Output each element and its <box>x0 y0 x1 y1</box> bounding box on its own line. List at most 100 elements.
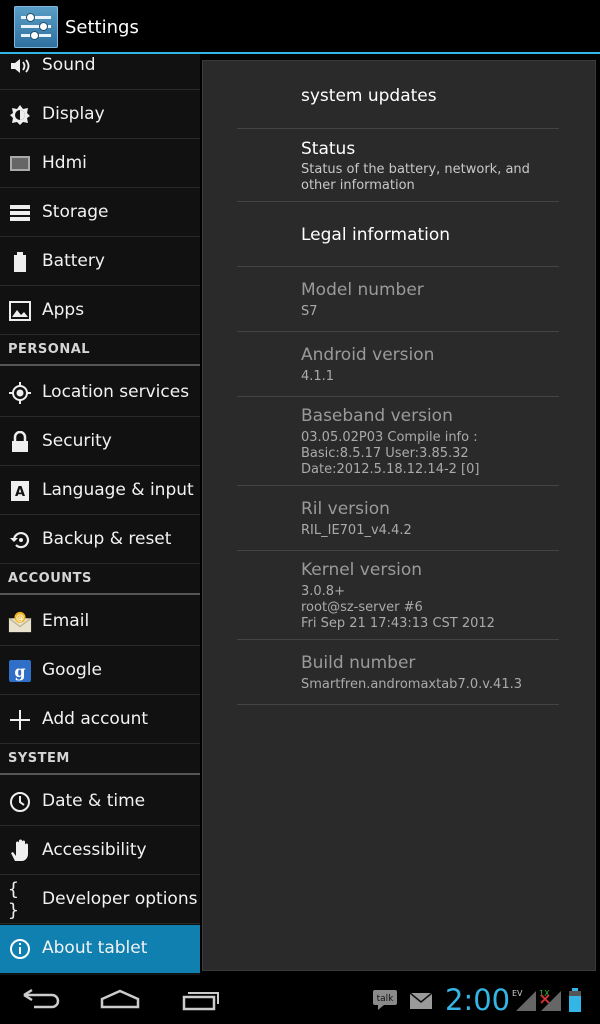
status-title: Status <box>301 139 356 159</box>
sidebar-item-sound[interactable]: Sound <box>0 54 200 90</box>
backup-icon <box>8 528 32 552</box>
sidebar-item-label: Accessibility <box>42 840 147 860</box>
model-number-value: S7 <box>301 304 318 319</box>
baseband-version-title: Baseband version <box>301 406 453 426</box>
sidebar-item-about-tablet[interactable]: About tablet <box>0 925 200 973</box>
sidebar-item-google[interactable]: g Google <box>0 647 200 695</box>
signal-icon: 1X <box>537 987 563 1017</box>
home-icon <box>100 989 140 1009</box>
apps-icon <box>8 299 32 323</box>
location-icon <box>8 381 32 405</box>
svg-text:@: @ <box>16 613 24 623</box>
home-button[interactable] <box>92 983 148 1015</box>
sidebar-item-label: Storage <box>42 202 109 222</box>
talk-icon-label: talk <box>377 994 395 1004</box>
keyboard-icon: A <box>8 479 32 503</box>
back-icon <box>23 988 60 1009</box>
android-version-item[interactable]: Android version 4.1.1 <box>237 332 559 397</box>
email-icon: @ <box>8 610 32 634</box>
sidebar-item-security[interactable]: Security <box>0 418 200 466</box>
sidebar-item-label: Add account <box>42 709 149 729</box>
about-tablet-panel: system updates Status Status of the batt… <box>202 60 596 971</box>
sidebar-item-label: Email <box>42 611 90 631</box>
build-number-title: Build number <box>301 653 416 673</box>
status-subtitle: Status of the battery, network, and othe… <box>301 162 530 193</box>
sidebar-item-date-time[interactable]: Date & time <box>0 778 200 826</box>
sidebar-item-email[interactable]: @ Email <box>0 598 200 646</box>
legal-information-title: Legal information <box>301 225 451 245</box>
system-updates-title: system updates <box>301 86 437 106</box>
kernel-version-title: Kernel version <box>301 560 423 580</box>
kernel-version-item: Kernel version 3.0.8+ root@sz-server #6 … <box>237 551 559 640</box>
sidebar-item-label: Google <box>42 660 102 680</box>
clock-icon <box>8 790 32 814</box>
battery-status-icon <box>568 987 582 1017</box>
sidebar-item-label: Developer options <box>42 889 198 909</box>
battery-icon <box>8 250 32 274</box>
email-notification-icon[interactable] <box>409 992 433 1014</box>
build-number-item[interactable]: Build number Smartfren.andromaxtab7.0.v.… <box>237 640 559 705</box>
speaker-icon <box>8 54 32 78</box>
baseband-version-value: 03.05.02P03 Compile info : Basic:8.5.17 … <box>301 430 480 477</box>
status-item[interactable]: Status Status of the battery, network, a… <box>237 129 559 202</box>
sidebar-item-display[interactable]: Display <box>0 91 200 139</box>
sidebar-item-label: Sound <box>42 55 96 75</box>
sidebar-item-label: Date & time <box>42 791 146 811</box>
network-type-icon: EV <box>512 987 538 1017</box>
monitor-icon <box>8 152 32 176</box>
sidebar-item-accessibility[interactable]: Accessibility <box>0 827 200 875</box>
sidebar-item-hdmi[interactable]: Hdmi <box>0 140 200 188</box>
sidebar-item-label: Display <box>42 104 105 124</box>
model-number-item: Model number S7 <box>237 267 559 332</box>
accounts-section-header: ACCOUNTS <box>0 565 200 595</box>
brightness-icon <box>8 103 32 127</box>
personal-section-header: PERSONAL <box>0 336 200 366</box>
sidebar-item-label: Battery <box>42 251 105 271</box>
sidebar-item-location[interactable]: Location services <box>0 369 200 417</box>
system-section-header: SYSTEM <box>0 745 200 775</box>
system-updates-item[interactable]: system updates <box>237 61 559 129</box>
sidebar-item-developer-options[interactable]: { } Developer options <box>0 876 200 924</box>
sidebar-item-backup[interactable]: Backup & reset <box>0 516 200 564</box>
talk-notification[interactable]: talk <box>372 989 398 1015</box>
sidebar-item-label: Language & input <box>42 480 194 500</box>
legal-information-item[interactable]: Legal information <box>237 202 559 267</box>
android-version-value: 4.1.1 <box>301 369 335 384</box>
system-bar: talk 2:00 EV 1X <box>0 975 600 1024</box>
svg-text:A: A <box>15 485 25 500</box>
baseband-version-item: Baseband version 03.05.02P03 Compile inf… <box>237 397 559 486</box>
settings-sidebar: Sound Display Hdmi Storage Battery Apps … <box>0 54 200 975</box>
sidebar-item-label: Apps <box>42 300 85 320</box>
app-title: Settings <box>65 17 139 38</box>
sidebar-item-storage[interactable]: Storage <box>0 189 200 237</box>
kernel-version-value: 3.0.8+ root@sz-server #6 Fri Sep 21 17:4… <box>301 584 495 631</box>
sidebar-item-add-account[interactable]: Add account <box>0 696 200 744</box>
back-button[interactable] <box>14 983 70 1015</box>
recent-apps-icon <box>182 992 219 1011</box>
sidebar-item-language[interactable]: A Language & input <box>0 467 200 515</box>
action-bar: Settings <box>0 0 600 54</box>
ril-version-value: RIL_IE701_v4.4.2 <box>301 523 412 538</box>
android-version-title: Android version <box>301 345 435 365</box>
sidebar-item-apps[interactable]: Apps <box>0 287 200 335</box>
sidebar-item-label: Hdmi <box>42 153 87 173</box>
hand-icon <box>8 839 32 863</box>
ril-version-item: Ril version RIL_IE701_v4.4.2 <box>237 486 559 551</box>
info-icon <box>8 937 32 961</box>
plus-icon <box>8 708 32 732</box>
network-type-label: EV <box>512 989 523 998</box>
model-number-title: Model number <box>301 280 424 300</box>
sidebar-item-label: Location services <box>42 382 190 402</box>
svg-text:g: g <box>14 662 25 681</box>
settings-icon[interactable] <box>14 6 58 48</box>
lock-icon <box>8 430 32 454</box>
storage-icon <box>8 201 32 225</box>
sidebar-item-battery[interactable]: Battery <box>0 238 200 286</box>
sidebar-item-label: Security <box>42 431 112 451</box>
recent-apps-button[interactable] <box>172 983 228 1015</box>
braces-icon: { } <box>8 879 19 921</box>
google-icon: g <box>8 659 32 683</box>
sidebar-item-label: About tablet <box>42 938 148 958</box>
clock[interactable]: 2:00 <box>445 983 510 1017</box>
build-number-value: Smartfren.andromaxtab7.0.v.41.3 <box>301 677 523 692</box>
